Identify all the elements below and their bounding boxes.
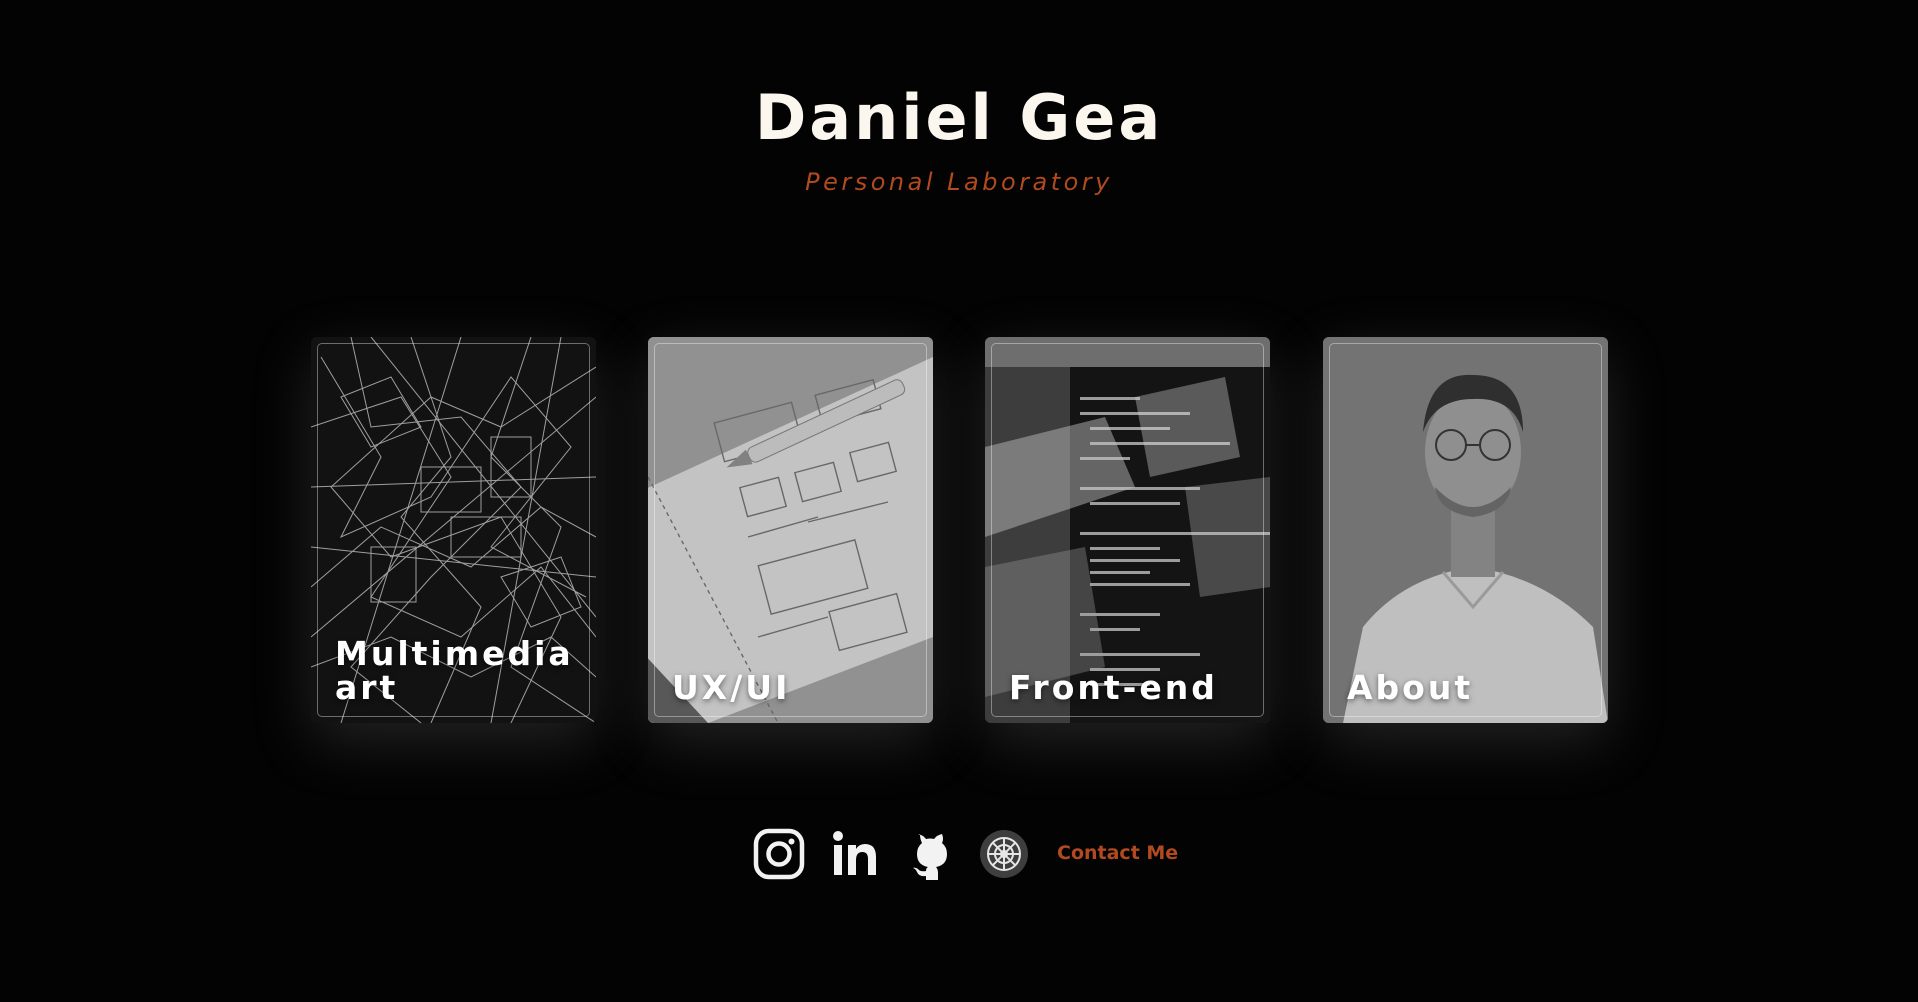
card-label-ux-ui: UX/UI <box>672 668 791 707</box>
linkedin-icon[interactable] <box>829 828 881 880</box>
portrait-photo <box>1323 337 1608 723</box>
card-multimedia-art[interactable]: Multimedia art <box>311 337 596 723</box>
card-about[interactable]: About <box>1323 337 1608 723</box>
card-label-front-end: Front-end <box>1009 668 1218 707</box>
card-label-about: About <box>1347 668 1474 707</box>
code-screen-image <box>985 337 1270 723</box>
social-links <box>0 828 1918 882</box>
web-icon[interactable] <box>978 828 1030 880</box>
section-cards: Multimedia art UX/UI Front-end About <box>0 337 1918 723</box>
card-ux-ui[interactable]: UX/UI <box>648 337 933 723</box>
site-title: Daniel Gea <box>754 81 1164 154</box>
card-front-end[interactable]: Front-end <box>985 337 1270 723</box>
site-subtitle: Personal Laboratory <box>805 168 1113 196</box>
github-icon[interactable] <box>904 828 956 880</box>
card-label-multimedia-art: Multimedia art <box>335 634 574 707</box>
wireframe-sketch-image <box>648 337 933 723</box>
site-header: Daniel Gea Personal Laboratory <box>0 78 1918 196</box>
contact-me-link[interactable]: Contact Me <box>1057 842 1178 864</box>
instagram-icon[interactable] <box>753 828 805 880</box>
